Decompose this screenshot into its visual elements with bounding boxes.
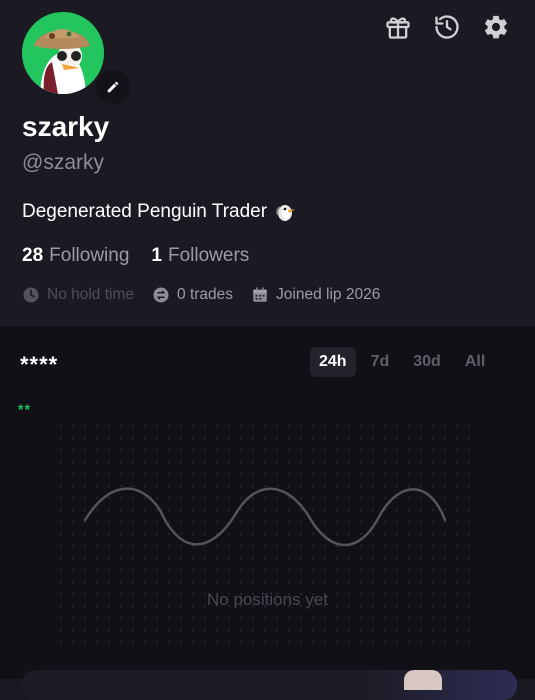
following-stat[interactable]: 28 Following [22,245,129,267]
hold-time-text: No hold time [47,286,135,303]
hold-time-item: No hold time [22,286,134,304]
following-count: 28 [22,245,44,266]
follow-stats: 28 Following 1 Followers [22,245,249,267]
empty-chart-wave-icon [83,487,447,547]
penguin-avatar-icon [22,12,104,94]
history-button[interactable] [432,12,462,42]
followers-stat[interactable]: 1 Followers [151,245,249,267]
followers-count: 1 [151,245,162,266]
following-label: Following [49,245,130,266]
avatar[interactable] [22,12,104,94]
clock-icon [23,287,39,303]
timeframe-tabs: 24h 7d 30d All [310,347,494,377]
penguin-emoji-icon [276,205,296,221]
trades-item: 0 trades [152,286,233,304]
trades-text: 0 trades [177,286,234,303]
history-icon [435,15,459,39]
pencil-icon [107,81,119,93]
empty-positions-message: No positions yet [207,590,328,609]
profile-meta: No hold time 0 trades Joined lip 2026 [22,286,380,304]
tab-7d[interactable]: 7d [362,347,399,377]
gift-icon [386,17,410,39]
avatar-container [22,12,132,106]
profile-username: szarky [22,111,110,142]
tab-24h[interactable]: 24h [310,347,356,377]
swap-icon [153,287,169,303]
settings-icon [485,15,507,39]
bottom-card[interactable] [22,670,517,700]
pnl-value: ** [18,401,31,417]
settings-button[interactable] [481,12,511,42]
bottom-card-thumbnail [404,670,442,690]
bio-text: Degenerated Penguin Trader [22,201,268,222]
profile-bio: Degenerated Penguin Trader [22,201,297,223]
followers-label: Followers [167,245,250,266]
joined-item: Joined lip 2026 [251,286,380,304]
portfolio-value: **** [20,352,59,377]
tab-30d[interactable]: 30d [404,347,450,377]
rewards-button[interactable] [383,12,413,42]
joined-text: Joined lip 2026 [276,286,381,303]
tab-all[interactable]: All [456,347,494,377]
calendar-icon [253,287,267,302]
edit-avatar-button[interactable] [94,68,132,106]
profile-handle: @szarky [22,151,104,174]
